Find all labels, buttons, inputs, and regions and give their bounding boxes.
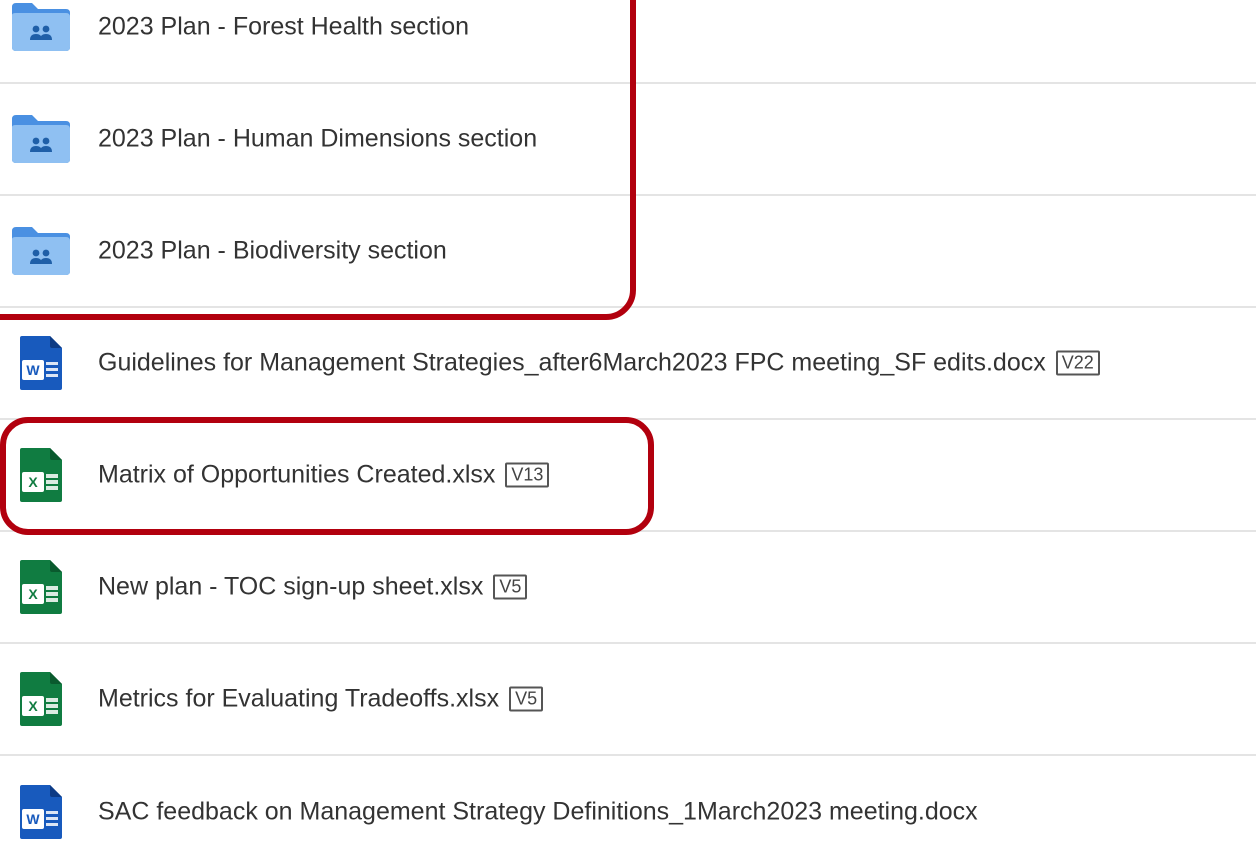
- svg-text:W: W: [26, 811, 40, 827]
- file-row-forest-health[interactable]: 2023 Plan - Forest Health section: [0, 0, 1256, 84]
- svg-text:X: X: [28, 474, 38, 490]
- word-doc-icon: W: [10, 781, 72, 843]
- shared-folder-icon: [10, 108, 72, 170]
- file-row-toc-signup[interactable]: X New plan - TOC sign-up sheet.xlsx V5: [0, 532, 1256, 644]
- file-name: New plan - TOC sign-up sheet.xlsx: [98, 572, 484, 601]
- version-badge: V13: [505, 462, 550, 488]
- file-name: 2023 Plan - Biodiversity section: [98, 236, 447, 265]
- file-name: 2023 Plan - Human Dimensions section: [98, 124, 538, 153]
- file-row-guidelines[interactable]: W Guidelines for Management Strategies_a…: [0, 308, 1256, 420]
- excel-sheet-icon: X: [10, 556, 72, 618]
- version-badge: V5: [493, 574, 528, 600]
- svg-text:X: X: [28, 698, 38, 714]
- shared-folder-icon: [10, 220, 72, 282]
- shared-folder-icon: [10, 0, 72, 58]
- file-list: 2023 Plan - Forest Health section 2023 P…: [0, 0, 1256, 839]
- version-badge: V5: [509, 686, 544, 712]
- excel-sheet-icon: X: [10, 444, 72, 506]
- file-name: SAC feedback on Management Strategy Defi…: [98, 797, 978, 826]
- file-name: Metrics for Evaluating Tradeoffs.xlsx: [98, 684, 500, 713]
- file-name: Matrix of Opportunities Created.xlsx: [98, 460, 496, 489]
- word-doc-icon: W: [10, 332, 72, 394]
- file-row-matrix[interactable]: X Matrix of Opportunities Created.xlsx V…: [0, 420, 1256, 532]
- file-row-sac-feedback[interactable]: W SAC feedback on Management Strategy De…: [0, 756, 1256, 868]
- file-name: Guidelines for Management Strategies_aft…: [98, 348, 1046, 377]
- svg-text:W: W: [26, 362, 40, 378]
- file-row-human-dimensions[interactable]: 2023 Plan - Human Dimensions section: [0, 84, 1256, 196]
- file-name: 2023 Plan - Forest Health section: [98, 12, 470, 41]
- file-row-biodiversity[interactable]: 2023 Plan - Biodiversity section: [0, 196, 1256, 308]
- version-badge: V22: [1055, 350, 1100, 376]
- excel-sheet-icon: X: [10, 668, 72, 730]
- file-row-metrics[interactable]: X Metrics for Evaluating Tradeoffs.xlsx …: [0, 644, 1256, 756]
- svg-text:X: X: [28, 586, 38, 602]
